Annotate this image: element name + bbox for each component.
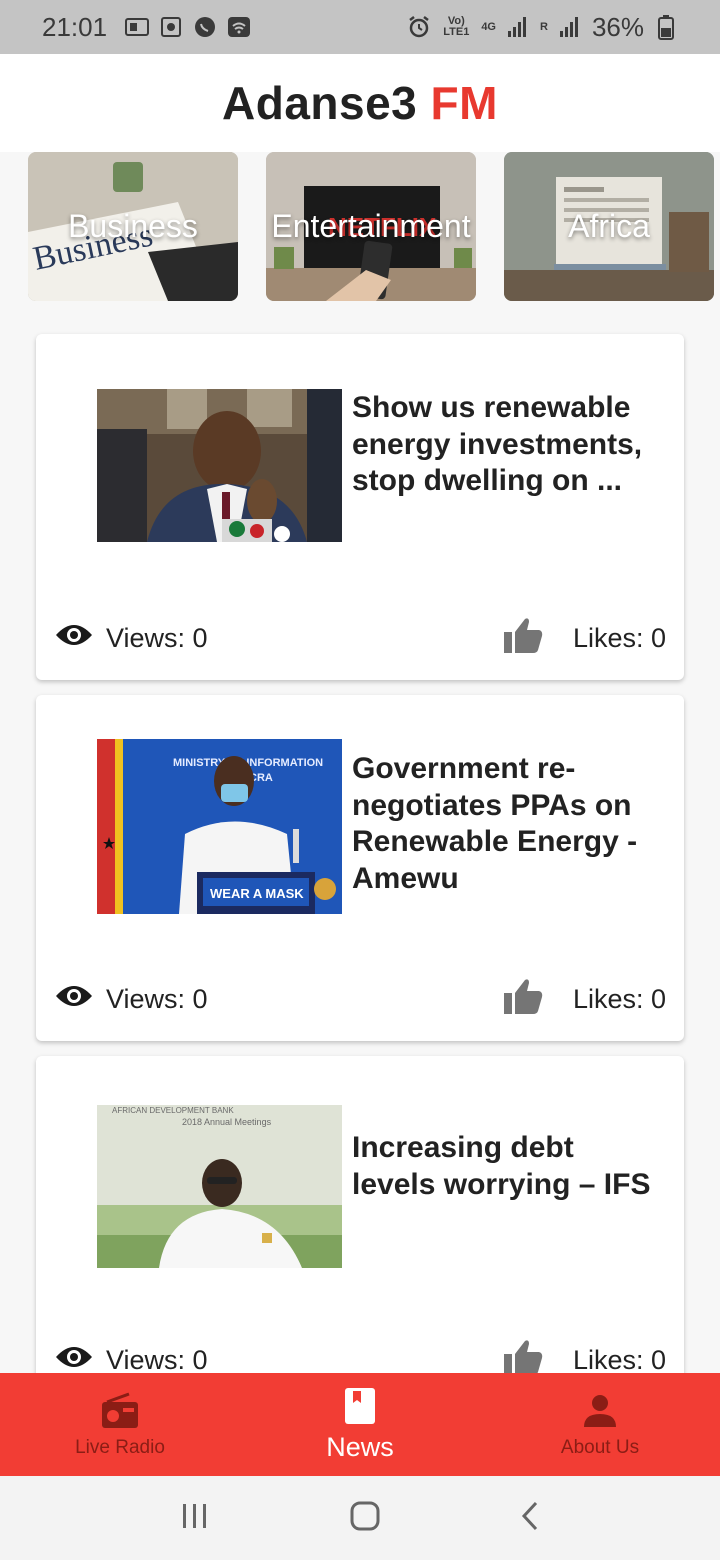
news-card[interactable]: AFRICAN DEVELOPMENT BANK 2018 Annual Mee…: [36, 1056, 684, 1402]
views-count: Views: 0: [106, 983, 208, 1014]
sim-card-icon: [125, 15, 150, 39]
app-bar: Adanse3 FM: [0, 54, 720, 152]
category-label: Africa: [568, 208, 650, 244]
status-right: Vo) LTE1 4G R 36%: [407, 12, 678, 43]
bottom-navigation: Live Radio News About Us: [0, 1373, 720, 1476]
person-icon: [580, 1391, 620, 1431]
status-bar: 21:01 Vo) LTE1 4G R 36%: [0, 0, 720, 54]
likes-group: Likes: 0: [503, 616, 666, 661]
card-footer: Views: 0 Likes: 0: [54, 977, 666, 1022]
app-title: Adanse3 FM: [222, 76, 498, 130]
photo-icon: [159, 15, 183, 39]
system-navigation: [0, 1476, 720, 1560]
article-thumbnail: MINISTRY OF INFORMATION CRA WEAR A MASK: [97, 739, 342, 914]
app-title-accent: FM: [430, 77, 498, 129]
nav-label: Live Radio: [75, 1436, 165, 1458]
image-banner-sub: 2018 Annual Meetings: [182, 1117, 272, 1127]
nav-about-us[interactable]: About Us: [480, 1373, 720, 1476]
status-time: 21:01: [42, 11, 108, 42]
category-label: Business: [68, 208, 198, 244]
thumbs-up-icon[interactable]: [503, 616, 543, 661]
category-label: Entertainment: [271, 208, 471, 244]
signal-2-icon: [558, 15, 582, 39]
nav-label: News: [326, 1432, 394, 1462]
back-icon[interactable]: [520, 1500, 540, 1537]
article-headline[interactable]: Increasing debt levels worrying – IFS: [352, 1130, 652, 1203]
roaming-label: R: [540, 20, 548, 33]
image-banner-text: AFRICAN DEVELOPMENT BANK: [112, 1106, 234, 1115]
views-count: Views: 0: [106, 622, 208, 653]
views-group: Views: 0: [54, 982, 208, 1017]
article-thumbnail: AFRICAN DEVELOPMENT BANK 2018 Annual Mee…: [97, 1105, 342, 1268]
home-icon[interactable]: [349, 1500, 381, 1537]
app-title-main: Adanse3: [222, 77, 418, 129]
news-card[interactable]: Show us renewable energy investments, st…: [36, 334, 684, 680]
alarm-icon: [407, 15, 431, 39]
whatsapp-icon: [193, 15, 217, 39]
likes-group: Likes: 0: [503, 977, 666, 1022]
status-left: 21:01: [42, 12, 251, 43]
category-carousel[interactable]: Business Business NETFLIX Entertainment: [28, 152, 720, 302]
article-thumbnail: [97, 389, 342, 542]
eye-icon: [54, 621, 94, 656]
image-podium-text: WEAR A MASK: [210, 886, 304, 901]
views-group: Views: 0: [54, 621, 208, 656]
recent-apps-icon[interactable]: [180, 1501, 210, 1536]
eye-icon: [54, 982, 94, 1017]
views-count: Views: 0: [106, 1344, 208, 1375]
category-africa[interactable]: Africa: [504, 152, 714, 301]
wifi-icon: [227, 15, 251, 39]
nav-news[interactable]: News: [240, 1373, 480, 1476]
battery-icon: [654, 15, 678, 40]
likes-count: Likes: 0: [572, 622, 666, 653]
nav-live-radio[interactable]: Live Radio: [0, 1373, 240, 1476]
likes-count: Likes: 0: [572, 983, 666, 1014]
radio-icon: [100, 1391, 140, 1431]
volte-label: Vo) LTE1: [443, 15, 470, 38]
article-headline[interactable]: Government re-negotiates PPAs on Renewab…: [352, 751, 652, 897]
battery-percent: 36%: [591, 11, 644, 42]
news-card[interactable]: MINISTRY OF INFORMATION CRA WEAR A MASK …: [36, 695, 684, 1041]
category-entertainment[interactable]: NETFLIX Entertainment: [266, 152, 476, 301]
thumbs-up-icon[interactable]: [503, 977, 543, 1022]
likes-count: Likes: 0: [572, 1344, 666, 1375]
network-type-label: 4G: [481, 20, 496, 33]
article-headline[interactable]: Show us renewable energy investments, st…: [352, 390, 652, 500]
nav-label: About Us: [560, 1436, 640, 1458]
signal-icon: [506, 15, 530, 39]
category-business[interactable]: Business Business: [28, 152, 238, 301]
bookmark-icon: [340, 1386, 380, 1426]
card-footer: Views: 0 Likes: 0: [54, 616, 666, 661]
